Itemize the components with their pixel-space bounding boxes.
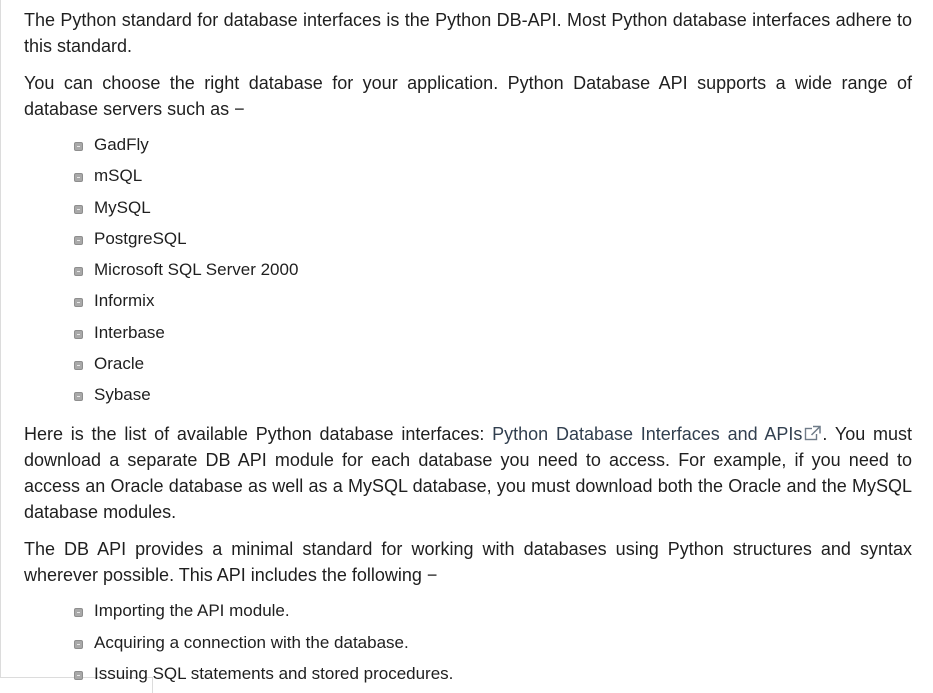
- list-item: mSQL: [74, 165, 298, 196]
- square-bullet-icon: [74, 173, 83, 183]
- list-item-label: Informix: [94, 291, 155, 311]
- interfaces-paragraph: Here is the list of available Python dat…: [24, 421, 912, 525]
- square-bullet-icon: [74, 329, 83, 339]
- list-item-label: Microsoft SQL Server 2000: [94, 260, 299, 280]
- list-item: Interbase: [74, 322, 298, 353]
- list-item: Acquiring a connection with the database…: [74, 632, 453, 664]
- square-bullet-icon: [74, 671, 83, 680]
- square-bullet-icon: [74, 608, 83, 617]
- api-includes-list: Importing the API module. Acquiring a con…: [74, 600, 453, 693]
- list-item: MySQL: [74, 197, 298, 228]
- link-label: Python Database Interfaces and APIs: [492, 424, 803, 444]
- list-item: GadFly: [74, 134, 298, 165]
- left-border: [0, 0, 1, 677]
- list-item-label: GadFly: [94, 135, 149, 154]
- square-bullet-icon: [74, 392, 83, 402]
- list-item-label: Importing the API module.: [94, 601, 290, 620]
- square-bullet-icon: [74, 267, 83, 277]
- database-servers-list: GadFly mSQL MySQL PostgreSQL Microsoft SQL S…: [74, 134, 298, 416]
- list-item-label: Acquiring a connection with the database…: [94, 632, 409, 652]
- list-item-label: Interbase: [94, 322, 165, 342]
- list-item-label: PostgreSQL: [94, 228, 187, 248]
- square-bullet-icon: [74, 204, 83, 214]
- list-item: Importing the API module.: [74, 600, 453, 632]
- interfaces-text-before: Here is the list of available Python dat…: [24, 424, 493, 444]
- square-bullet-icon: [74, 235, 83, 245]
- list-item: Microsoft SQL Server 2000: [74, 259, 298, 290]
- database-choice-paragraph: You can choose the right database for yo…: [24, 73, 912, 119]
- list-item: PostgreSQL: [74, 228, 298, 259]
- list-item-label: Issuing SQL statements and stored proced…: [94, 664, 454, 683]
- list-item: Oracle: [74, 353, 298, 384]
- square-bullet-icon: [74, 298, 83, 308]
- list-item-label: MySQL: [94, 197, 151, 217]
- square-bullet-icon: [74, 361, 83, 371]
- external-link-icon: [805, 425, 823, 441]
- intro-paragraph: The Python standard for database interfa…: [24, 10, 912, 56]
- db-api-paragraph: The DB API provides a minimal standard f…: [24, 539, 912, 585]
- square-bullet-icon: [74, 639, 83, 649]
- list-item: Informix: [74, 290, 298, 321]
- list-item: Sybase: [74, 384, 298, 415]
- list-item-label: Sybase: [94, 385, 151, 405]
- list-item: Issuing SQL statements and stored proced…: [74, 663, 453, 693]
- list-item-label: mSQL: [94, 166, 143, 186]
- square-bullet-icon: [74, 142, 83, 151]
- list-item-label: Oracle: [94, 354, 145, 374]
- python-db-interfaces-link[interactable]: Python Database Interfaces and APIs: [492, 424, 823, 444]
